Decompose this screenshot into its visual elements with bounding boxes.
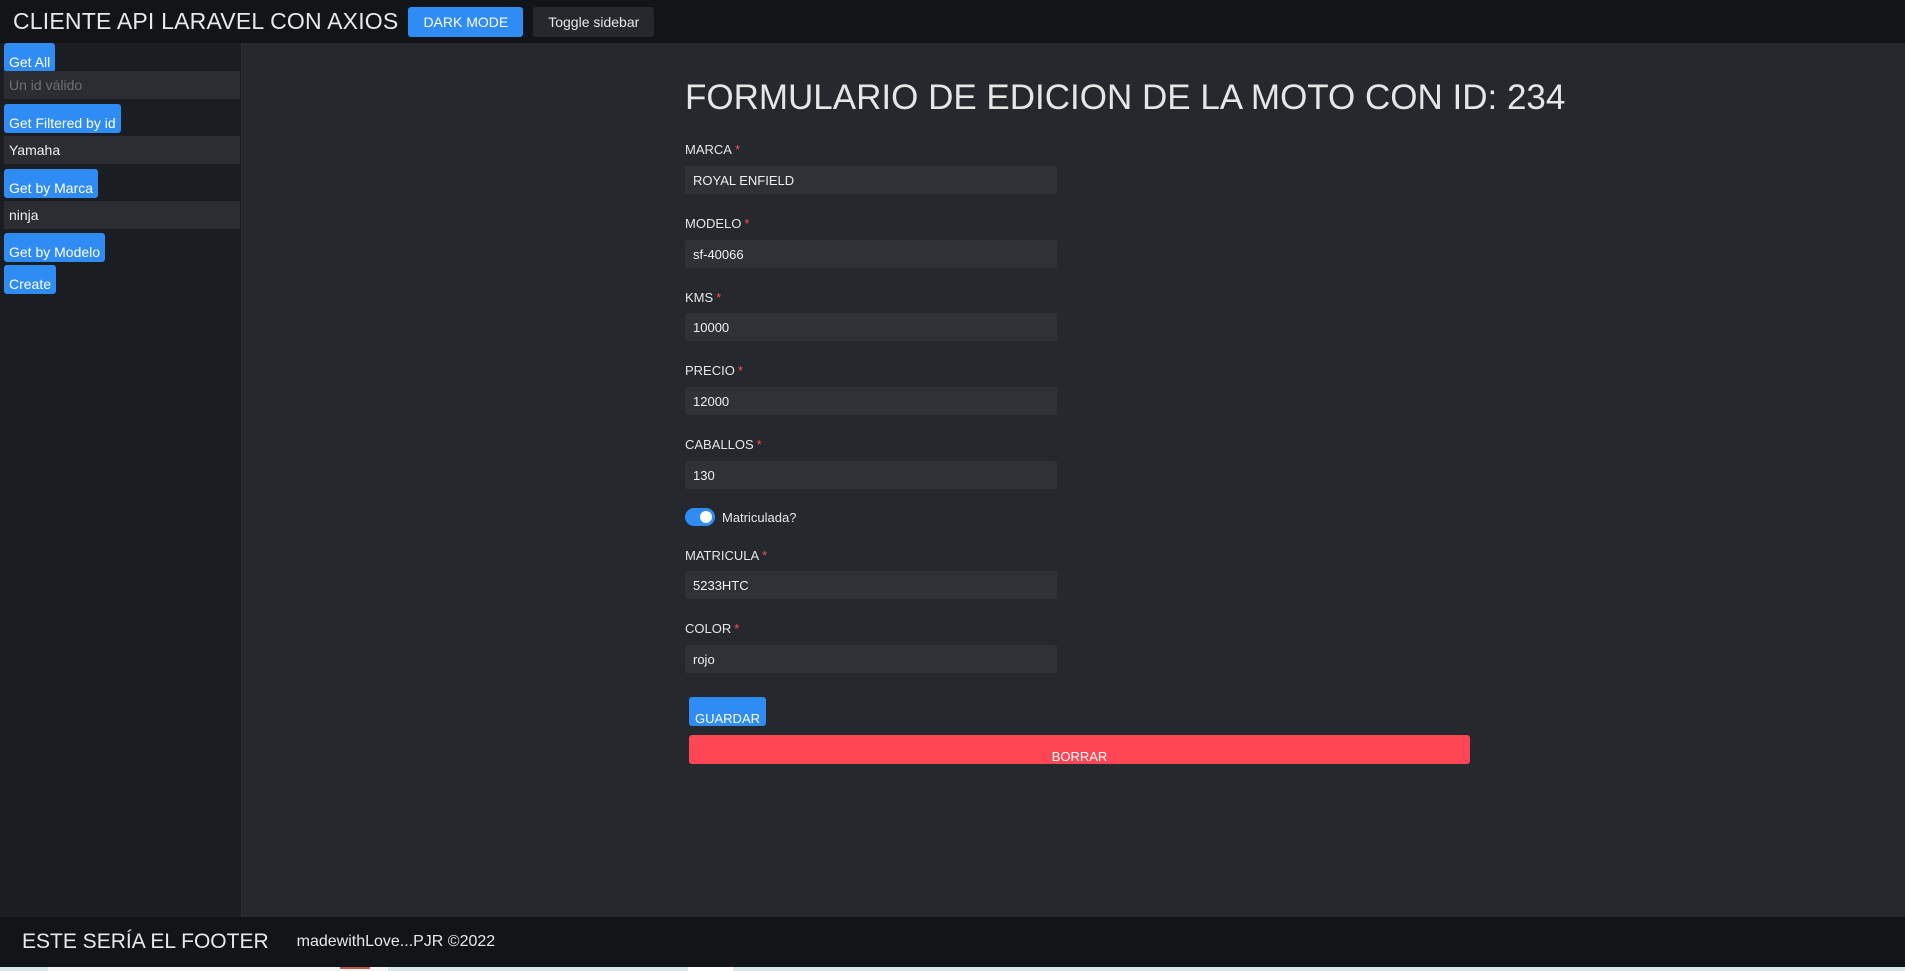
kms-label-text: KMS xyxy=(685,290,714,305)
id-input[interactable] xyxy=(4,71,240,99)
modelo-label-text: MODELO xyxy=(685,216,742,231)
bottom-edge-segment xyxy=(688,967,733,971)
color-field[interactable] xyxy=(685,645,1057,673)
marca-search-input[interactable] xyxy=(4,136,240,164)
matriculada-label: Matriculada? xyxy=(722,510,797,525)
get-filtered-by-id-button[interactable]: Get Filtered by id xyxy=(4,104,121,133)
color-label-text: COLOR xyxy=(685,621,732,636)
page-title: FORMULARIO DE EDICION DE LA MOTO CON ID:… xyxy=(685,78,1566,117)
modelo-search-input[interactable] xyxy=(4,201,240,229)
marca-label: MARCA * xyxy=(685,142,740,157)
caballos-label: CABALLOS * xyxy=(685,437,762,452)
get-all-button[interactable]: Get All xyxy=(4,43,56,72)
matriculada-toggle[interactable] xyxy=(685,508,715,526)
delete-button[interactable]: BORRAR xyxy=(689,735,1470,764)
sidebar: Get All Get Filtered by id Get by Marca … xyxy=(0,43,242,917)
color-label: COLOR * xyxy=(685,621,739,636)
app-title: CLIENTE API LARAVEL CON AXIOS xyxy=(13,8,399,34)
kms-label: KMS * xyxy=(685,290,721,305)
kms-field[interactable] xyxy=(685,313,1057,341)
matricula-label: MATRICULA * xyxy=(685,548,767,563)
main-content: FORMULARIO DE EDICION DE LA MOTO CON ID:… xyxy=(243,43,1905,917)
get-by-marca-button[interactable]: Get by Marca xyxy=(4,169,99,198)
top-navbar: CLIENTE API LARAVEL CON AXIOS DARK MODE … xyxy=(0,0,1905,43)
footer-credit: madewithLove...PJR ©2022 xyxy=(296,933,496,950)
save-button[interactable]: GUARDAR xyxy=(689,697,767,726)
dark-mode-button[interactable]: DARK MODE xyxy=(408,6,524,37)
create-button[interactable]: Create xyxy=(4,265,57,294)
matricula-label-text: MATRICULA xyxy=(685,548,760,563)
caballos-label-text: CABALLOS xyxy=(685,437,754,452)
precio-label-text: PRECIO xyxy=(685,363,735,378)
bottom-edge-strip xyxy=(0,967,1905,971)
required-mark: * xyxy=(716,290,722,305)
required-mark: * xyxy=(744,216,750,231)
bottom-edge-segment xyxy=(340,967,370,969)
required-mark: * xyxy=(762,548,768,563)
footer-title: ESTE SERÍA EL FOOTER xyxy=(22,930,269,953)
marca-field[interactable] xyxy=(685,166,1057,194)
required-mark: * xyxy=(734,621,740,636)
required-mark: * xyxy=(756,437,762,452)
toggle-knob xyxy=(700,511,712,523)
footer: ESTE SERÍA EL FOOTER madewithLove...PJR … xyxy=(0,917,1905,967)
get-by-modelo-button[interactable]: Get by Modelo xyxy=(4,233,106,262)
marca-label-text: MARCA xyxy=(685,142,732,157)
bottom-edge-segment xyxy=(48,967,388,971)
required-mark: * xyxy=(737,363,743,378)
required-mark: * xyxy=(734,142,741,157)
caballos-field[interactable] xyxy=(685,461,1057,489)
modelo-label: MODELO * xyxy=(685,216,749,231)
precio-label: PRECIO * xyxy=(685,363,743,378)
toggle-sidebar-button[interactable]: Toggle sidebar xyxy=(533,6,655,37)
precio-field[interactable] xyxy=(685,387,1057,415)
matricula-field[interactable] xyxy=(685,571,1057,599)
modelo-field[interactable] xyxy=(685,240,1057,268)
